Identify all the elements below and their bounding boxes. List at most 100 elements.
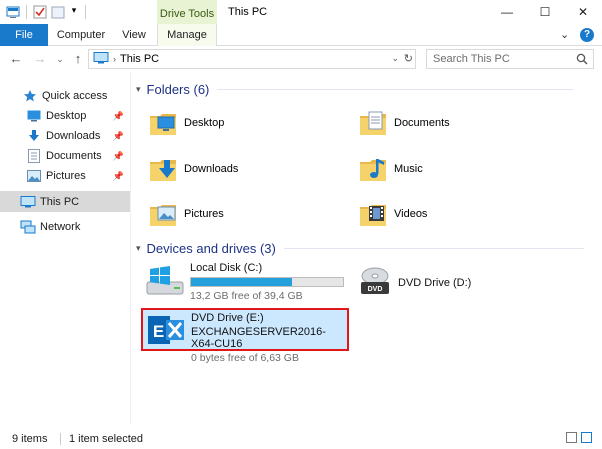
sidebar-item-desktop[interactable]: Desktop 📌: [0, 106, 130, 126]
this-pc-icon: [93, 51, 109, 67]
view-toggle: [566, 432, 592, 443]
documents-folder-icon: [358, 108, 388, 138]
status-bar: 9 items 1 item selected: [0, 426, 602, 449]
navigation-pane: Quick access Desktop 📌 Downloads 📌 Docum…: [0, 80, 130, 420]
folder-label: Videos: [394, 208, 428, 220]
breadcrumb-this-pc[interactable]: This PC: [120, 53, 159, 65]
folder-tile-pictures[interactable]: Pictures: [148, 192, 348, 236]
ribbon-tabs: File Computer View Manage ⌄ ?: [0, 24, 602, 46]
minimize-button[interactable]: —: [488, 0, 526, 24]
search-input[interactable]: [427, 50, 567, 68]
network-icon: [20, 220, 36, 234]
tab-computer[interactable]: Computer: [52, 24, 110, 46]
videos-folder-icon: [358, 199, 388, 229]
checkmark-icon[interactable]: [33, 5, 47, 19]
sidebar-item-network[interactable]: Network: [0, 217, 130, 237]
tab-manage[interactable]: Manage: [157, 24, 217, 46]
pin-icon[interactable]: 📌: [113, 111, 124, 122]
dvd-badge-text: DVD: [368, 286, 383, 293]
sidebar-item-label: Network: [40, 221, 81, 233]
folder-label: Music: [394, 163, 423, 175]
drive-usage-bar: [190, 277, 344, 287]
sidebar-item-label: Documents: [46, 150, 102, 162]
recent-locations-button[interactable]: ⌄: [52, 50, 68, 68]
downloads-folder-icon: [148, 154, 178, 184]
pictures-icon: [26, 169, 42, 183]
search-icon[interactable]: [576, 53, 588, 68]
folders-group-header[interactable]: ▾ Folders (6): [136, 82, 574, 97]
this-pc-icon: [20, 195, 36, 209]
desktop-icon: [26, 109, 42, 123]
drive-tile-dvd-e[interactable]: E DVD Drive (E:) EXCHANGESERVER2016-X64-…: [141, 308, 349, 364]
folder-label: Desktop: [184, 117, 225, 129]
address-dropdown-icon[interactable]: ⌄: [391, 53, 399, 64]
expand-ribbon-icon[interactable]: ⌄: [560, 28, 569, 41]
drives-group-title: Devices and drives (3): [146, 241, 276, 256]
folder-label: Documents: [394, 117, 450, 129]
drive-tools-group-label: Drive Tools: [157, 0, 217, 24]
folder-label: Pictures: [184, 208, 224, 220]
sidebar-item-downloads[interactable]: Downloads 📌: [0, 126, 130, 146]
item-count: 9 items: [12, 433, 48, 445]
search-box: [426, 49, 594, 69]
properties-icon[interactable]: [6, 5, 20, 19]
drive-usage-fill: [191, 278, 293, 286]
help-icon[interactable]: ?: [580, 28, 594, 42]
navigation-pane-divider[interactable]: [130, 72, 131, 424]
folder-tile-videos[interactable]: Videos: [358, 192, 558, 236]
details-view-icon[interactable]: [566, 432, 577, 443]
sidebar-item-documents[interactable]: Documents 📌: [0, 146, 130, 166]
sidebar-item-pictures[interactable]: Pictures 📌: [0, 166, 130, 186]
drive-info: DVD Drive (E:) EXCHANGESERVER2016-X64-CU…: [191, 312, 347, 364]
address-bar[interactable]: › This PC ⌄ ↻: [88, 49, 416, 69]
sidebar-item-quick-access[interactable]: Quick access: [0, 86, 130, 106]
drive-tile-local-disk-c[interactable]: Local Disk (C:) 13,2 GB free of 39,4 GB: [146, 262, 344, 302]
drive-free-space: 13,2 GB free of 39,4 GB: [190, 290, 303, 302]
music-folder-icon: [358, 154, 388, 184]
pictures-folder-icon: [148, 199, 178, 229]
drive-tile-dvd-d[interactable]: DVD DVD Drive (D:): [358, 266, 471, 299]
collapse-chevron-icon[interactable]: ▾: [136, 243, 141, 254]
folder-label: Downloads: [184, 163, 239, 175]
group-divider: [217, 89, 574, 90]
customize-toolbar-icon[interactable]: ▾: [69, 5, 79, 19]
toolbar-divider: [85, 5, 86, 19]
folder-tile-documents[interactable]: Documents: [358, 101, 558, 145]
tab-view[interactable]: View: [114, 24, 154, 46]
downloads-icon: [26, 129, 42, 143]
drive-info: DVD Drive (D:): [398, 277, 471, 289]
drive-free-space: 0 bytes free of 6,63 GB: [191, 352, 299, 364]
sidebar-item-label: This PC: [40, 195, 80, 208]
back-button[interactable]: ←: [8, 50, 24, 68]
collapse-chevron-icon[interactable]: ▾: [136, 84, 141, 95]
sidebar-item-label: Downloads: [46, 130, 101, 142]
pin-icon[interactable]: 📌: [113, 171, 124, 182]
exchange-icon: E: [147, 312, 185, 364]
forward-button[interactable]: →: [32, 50, 48, 68]
pin-icon[interactable]: 📌: [113, 131, 124, 142]
refresh-icon[interactable]: ↻: [404, 52, 413, 65]
pin-icon[interactable]: 📌: [113, 151, 124, 162]
content-pane: ▾ Folders (6) Desktop Documents Download…: [136, 72, 602, 424]
exchange-badge-text: E: [153, 322, 164, 341]
sidebar-item-label: Pictures: [46, 170, 86, 182]
tiles-view-icon[interactable]: [581, 432, 592, 443]
folder-tile-music[interactable]: Music: [358, 147, 558, 191]
breadcrumb-separator-icon: ›: [113, 54, 116, 64]
drive-volume-label: EXCHANGESERVER2016-X64-CU16: [191, 326, 326, 350]
new-folder-icon[interactable]: [51, 5, 65, 19]
address-row: ← → ⌄ ↑ › This PC ⌄ ↻: [0, 46, 602, 72]
drives-group-header[interactable]: ▾ Devices and drives (3): [136, 241, 584, 256]
drive-name: Local Disk (C:): [190, 262, 263, 274]
sidebar-item-this-pc[interactable]: This PC: [0, 191, 130, 212]
title-bar: ▾ Drive Tools This PC — ☐ ✕: [0, 0, 602, 24]
up-button[interactable]: ↑: [70, 50, 86, 68]
documents-icon: [26, 149, 42, 163]
maximize-button[interactable]: ☐: [526, 0, 564, 24]
close-button[interactable]: ✕: [564, 0, 602, 24]
folder-tile-downloads[interactable]: Downloads: [148, 147, 348, 191]
folder-tile-desktop[interactable]: Desktop: [148, 101, 348, 145]
tab-file[interactable]: File: [0, 24, 48, 46]
sidebar-item-label: Desktop: [46, 110, 87, 122]
dvd-drive-icon: DVD: [358, 266, 392, 299]
